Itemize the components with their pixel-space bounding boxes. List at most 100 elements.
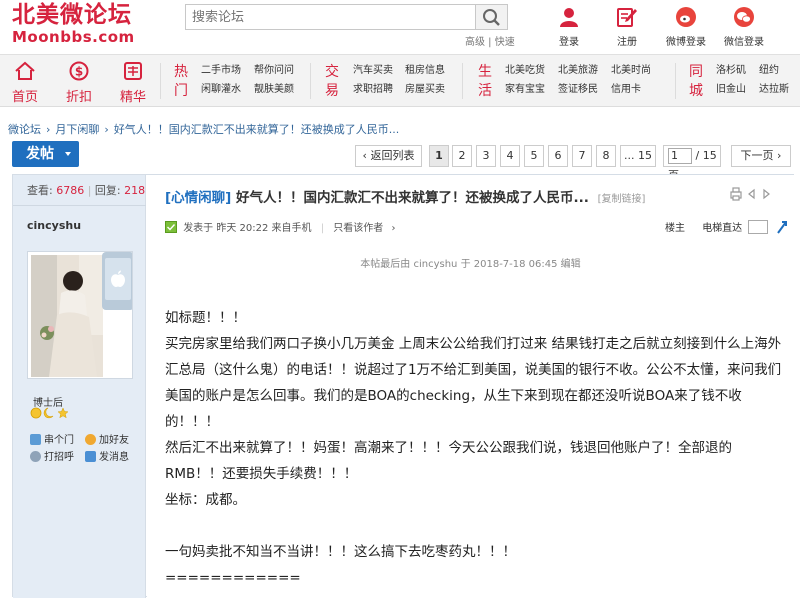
content-line: 坐标：成都。 <box>165 492 246 508</box>
nav-link-houses[interactable]: 房屋买卖 <box>405 84 445 96</box>
nav-link-ny[interactable]: 纽约 <box>759 65 779 77</box>
nav-link-rent[interactable]: 租房信息 <box>405 65 445 77</box>
copy-link-button[interactable]: [复制链接] <box>598 194 646 205</box>
visit-space-label: 串个门 <box>44 435 74 446</box>
star-icon <box>57 407 69 419</box>
register-button[interactable]: 注册 <box>603 6 651 48</box>
visit-space-link[interactable]: 串个门 <box>30 431 74 446</box>
search-button[interactable] <box>476 4 508 30</box>
new-post-button[interactable]: 发帖 <box>12 141 79 167</box>
page-link-7[interactable]: 7 <box>572 145 592 167</box>
nav-category-trade[interactable]: 交易 <box>324 63 340 101</box>
nav-link-dallas[interactable]: 达拉斯 <box>759 84 789 96</box>
page-link-8[interactable]: 8 <box>596 145 616 167</box>
add-friend-link[interactable]: 加好友 <box>85 431 129 446</box>
only-author-link[interactable]: 只看该作者 <box>333 223 383 234</box>
wechat-login-label: 微信登录 <box>724 37 764 48</box>
breadcrumb-thread[interactable]: 好气人！！国内汇款汇不出来就算了！还被换成了人民币... <box>114 123 400 136</box>
page-link-6[interactable]: 6 <box>548 145 568 167</box>
nav-link-fashion[interactable]: 北美时尚 <box>611 65 651 77</box>
breadcrumb-forum[interactable]: 微论坛 <box>8 123 41 136</box>
prev-thread-icon <box>748 188 755 200</box>
svg-text:$: $ <box>75 65 83 79</box>
jump-arrow-icon[interactable] <box>776 220 788 234</box>
nav-home[interactable]: 首页 <box>7 61 43 105</box>
nav-link-secondhand[interactable]: 二手市场 <box>201 65 241 77</box>
search-box[interactable] <box>185 4 476 30</box>
wechat-login-button[interactable]: 微信登录 <box>720 6 768 48</box>
nav-divider <box>310 63 311 99</box>
weibo-login-button[interactable]: 微博登录 <box>662 6 710 48</box>
nav-discount[interactable]: $ 折扣 <box>61 61 97 105</box>
nav-divider <box>160 63 161 99</box>
author-username[interactable]: cincyshu <box>27 219 81 232</box>
breadcrumb-board[interactable]: 月下闲聊 <box>55 123 99 136</box>
apple-icon <box>111 270 125 287</box>
page-jump-input[interactable]: 1 <box>668 148 692 164</box>
nav-link-la[interactable]: 洛杉矶 <box>716 65 746 77</box>
nav-link-jobs[interactable]: 求职招聘 <box>353 84 393 96</box>
page-link-3[interactable]: 3 <box>476 145 496 167</box>
sun-icon <box>30 407 42 419</box>
nav-link-ask[interactable]: 帮你问问 <box>254 65 294 77</box>
send-message-link[interactable]: 发消息 <box>85 448 129 463</box>
thread-stats: 查看: 6786 | 回复: 218 <box>13 175 146 206</box>
nav-link-credit-card[interactable]: 信用卡 <box>611 84 641 96</box>
register-label: 注册 <box>617 37 637 48</box>
nav-link-chat[interactable]: 闲聊灌水 <box>201 84 241 96</box>
nav-link-baby[interactable]: 家有宝宝 <box>505 84 545 96</box>
floor-info: 楼主 电梯直达 <box>665 219 788 234</box>
edit-note: 本帖最后由 cincyshu 于 2018-7-18 06:45 编辑 <box>360 259 581 270</box>
nav-link-food[interactable]: 北美吃货 <box>505 65 545 77</box>
post-status-icon <box>165 221 177 233</box>
nav-link-cars[interactable]: 汽车买卖 <box>353 65 393 77</box>
page-link-last[interactable]: ... 15 <box>620 145 656 167</box>
next-page-button[interactable]: 下一页 › <box>731 145 791 167</box>
home-icon <box>15 61 35 80</box>
greet-label: 打招呼 <box>44 452 74 463</box>
logo-chinese: 北美微论坛 <box>12 1 132 28</box>
page-link-2[interactable]: 2 <box>452 145 472 167</box>
search-mode-links[interactable]: 高级 | 快速 <box>465 33 515 48</box>
greet-link[interactable]: 打招呼 <box>30 448 74 463</box>
post-main: [心情闲聊] 好气人！！国内汇款汇不出来就算了！还被换成了人民币... [复制链… <box>147 175 794 598</box>
nav-category-city[interactable]: 同城 <box>688 63 704 101</box>
weibo-icon <box>676 7 696 27</box>
nav-category-hot[interactable]: 热门 <box>173 63 189 101</box>
page-link-5[interactable]: 5 <box>524 145 544 167</box>
nav-link-visa[interactable]: 签证移民 <box>558 84 598 96</box>
page-jump: 1 / 15 页 <box>663 145 721 182</box>
main-nav: 首页 $ 折扣 精华 热门 二手市场 帮你问问 闲聊灌水 靓肤美颜 交易 汽车买… <box>0 54 800 107</box>
post-content: 如标题！！！ 买完房家里给我们两口子换小几万美金 上周末公公给我们打过来 结果钱… <box>165 305 781 591</box>
register-edit-icon <box>617 8 637 27</box>
floor-label: 楼主 <box>665 223 685 234</box>
nav-link-beauty[interactable]: 靓肤美颜 <box>254 84 294 96</box>
nav-featured[interactable]: 精华 <box>115 61 151 105</box>
replies-label: 回复: <box>94 184 121 197</box>
replies-count: 218 <box>124 184 146 197</box>
content-line: ============ <box>165 570 301 586</box>
add-friend-icon <box>85 434 96 445</box>
content-line: 如标题！！！ <box>165 310 246 326</box>
search-input[interactable] <box>186 5 475 29</box>
login-button[interactable]: 登录 <box>545 6 593 48</box>
nav-link-travel[interactable]: 北美旅游 <box>558 65 598 77</box>
views-label: 查看: <box>27 184 53 197</box>
views-count: 6786 <box>56 184 85 197</box>
nav-link-sf[interactable]: 旧金山 <box>716 84 746 96</box>
avatar[interactable] <box>27 251 133 379</box>
jump-floor-input[interactable] <box>748 220 769 234</box>
search-icon <box>483 9 500 26</box>
back-to-list-button[interactable]: ‹ 返回列表 <box>355 145 422 167</box>
add-friend-label: 加好友 <box>99 435 129 446</box>
moon-icon <box>43 407 54 419</box>
logo-english: Moonbbs.com <box>12 28 135 46</box>
post-category[interactable]: [心情闲聊] <box>165 190 231 206</box>
page-link-4[interactable]: 4 <box>500 145 520 167</box>
nav-category-life[interactable]: 生活 <box>477 63 493 101</box>
print-icon <box>730 187 742 201</box>
site-logo[interactable]: 北美微论坛 Moonbbs.com <box>12 2 162 50</box>
content-line: RMB！！还要损失手续费！！！ <box>165 466 358 482</box>
mobile-phone-icon <box>102 252 132 310</box>
page-link-1[interactable]: 1 <box>429 145 449 167</box>
